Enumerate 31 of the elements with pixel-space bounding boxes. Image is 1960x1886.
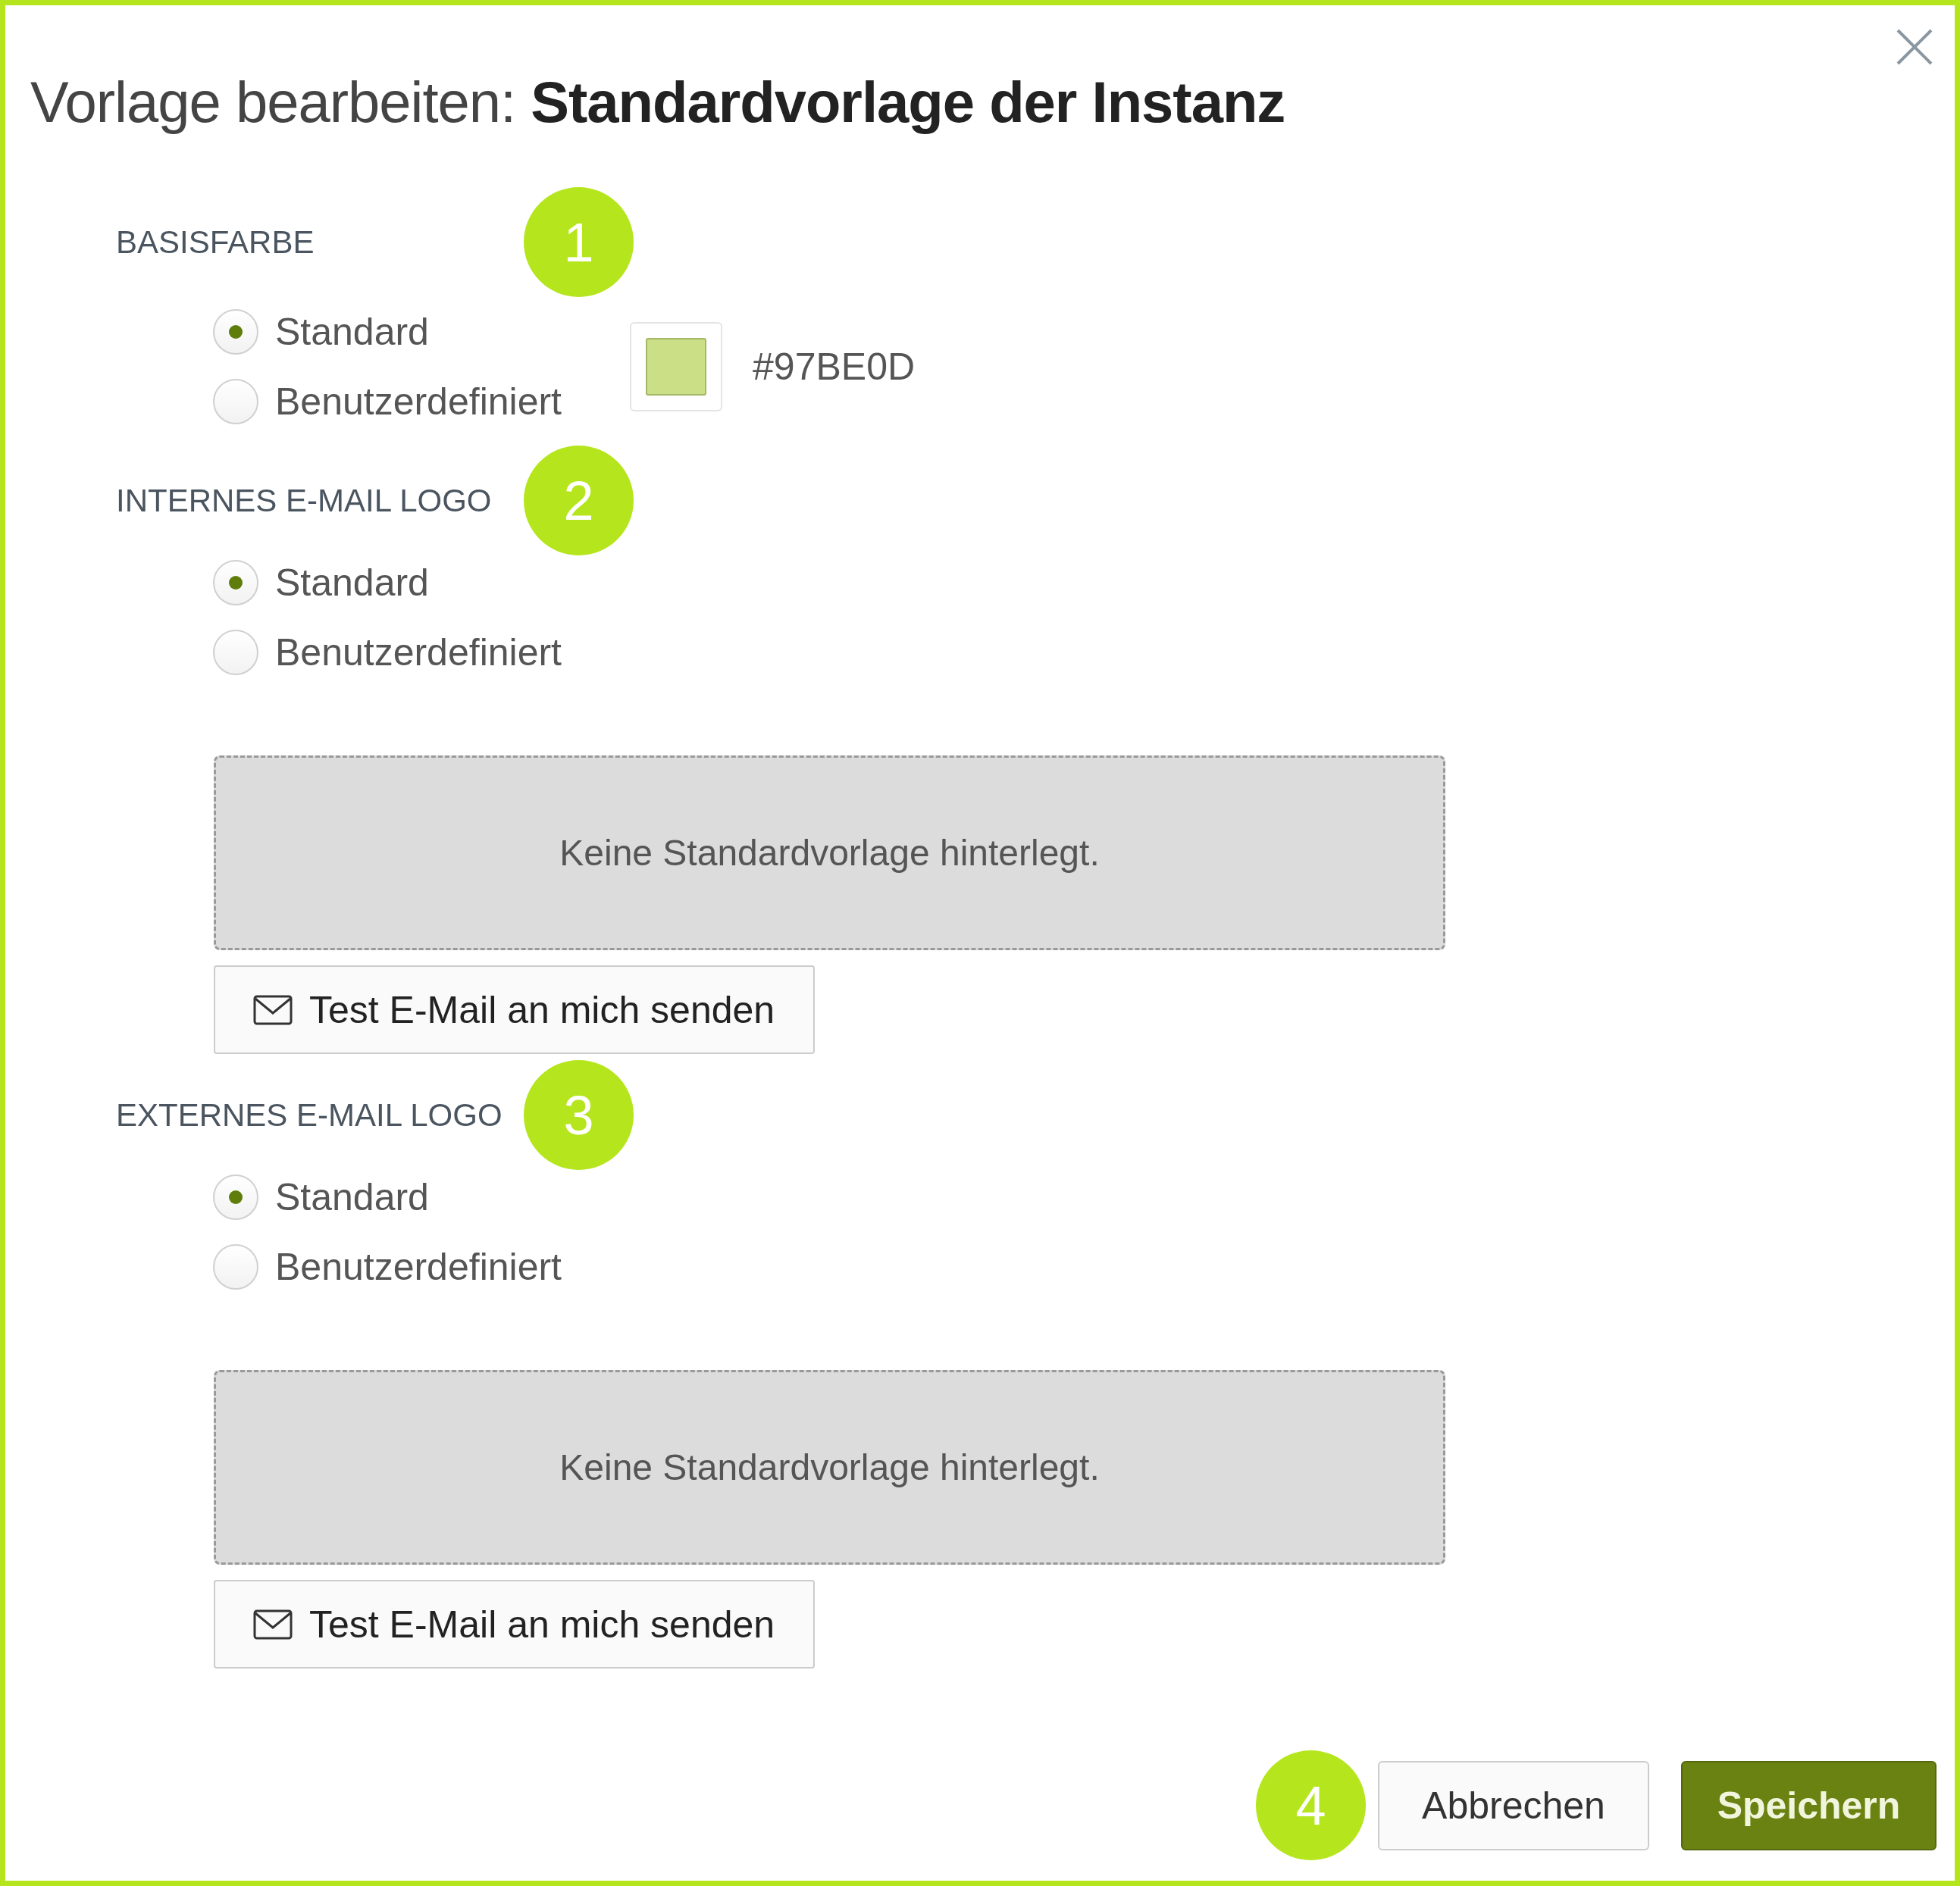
section-label: BASISFARBE (116, 224, 315, 261)
cancel-button[interactable]: Abbrechen (1378, 1760, 1649, 1850)
radio-label[interactable]: Standard (275, 1175, 429, 1219)
section-label: INTERNES E-MAIL LOGO (116, 482, 493, 519)
number-badge: 2 (524, 446, 634, 555)
save-button[interactable]: Speichern (1681, 1760, 1937, 1850)
test-email-button[interactable]: Test E-Mail an mich senden (214, 965, 815, 1054)
radio-button[interactable] (213, 1174, 258, 1220)
number-badge: 1 (524, 187, 634, 297)
envelope-icon (253, 1609, 293, 1640)
radio-button[interactable] (213, 309, 258, 355)
radio-label[interactable]: Standard (275, 310, 429, 354)
close-icon[interactable] (1896, 28, 1933, 66)
test-email-button[interactable]: Test E-Mail an mich senden (214, 1580, 815, 1669)
radio-label[interactable]: Benutzerdefiniert (275, 380, 562, 424)
number-badge: 3 (524, 1060, 634, 1170)
radio-button[interactable] (213, 1244, 258, 1290)
preview-text: Keine Standardvorlage hinterlegt. (559, 1447, 1100, 1488)
section-label: EXTERNES E-MAIL LOGO (116, 1096, 503, 1134)
preview-text: Keine Standardvorlage hinterlegt. (559, 832, 1100, 874)
radio-label[interactable]: Standard (275, 561, 429, 605)
radio-label[interactable]: Benutzerdefiniert (275, 630, 562, 674)
radio-button[interactable] (213, 560, 258, 605)
radio-button[interactable] (213, 630, 258, 675)
color-picker[interactable] (630, 322, 722, 411)
color-value: #97BE0D (753, 345, 916, 389)
radio-label[interactable]: Benutzerdefiniert (275, 1245, 562, 1289)
radio-button[interactable] (213, 379, 258, 424)
envelope-icon (253, 994, 293, 1025)
dialog-title: Vorlage bearbeiten: Standardvorlage der Instanz (30, 69, 1286, 136)
number-badge: 4 (1256, 1750, 1366, 1860)
